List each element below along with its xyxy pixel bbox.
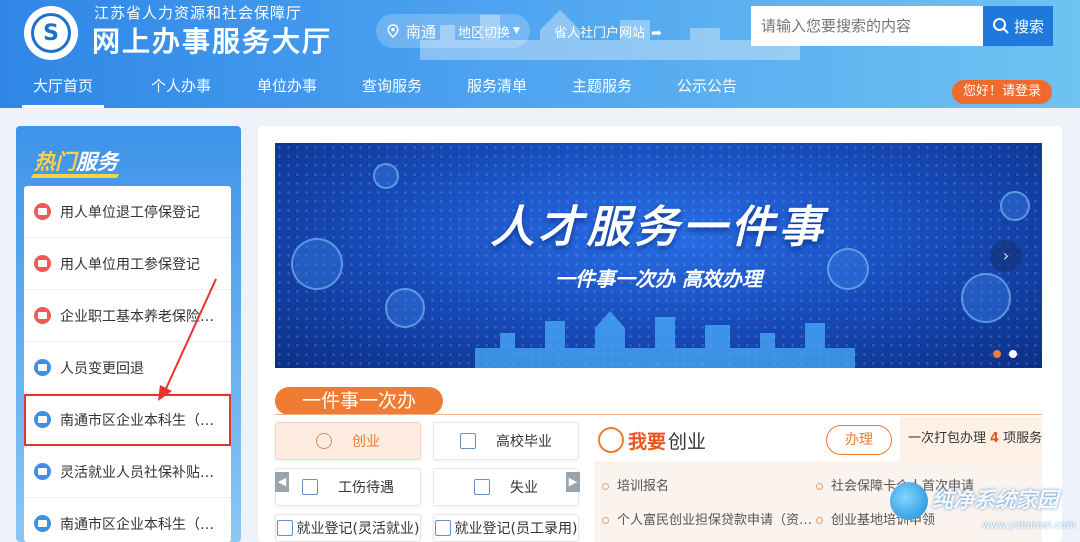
nav-item-service-list[interactable]: 服务清单 — [456, 64, 538, 108]
section-divider — [275, 414, 1042, 415]
handle-button[interactable]: 办理 — [826, 425, 892, 455]
category-unemployment[interactable]: 失业 — [433, 468, 579, 506]
watermark: 纯净系统家园 www.yidaimei.com — [890, 480, 1080, 542]
search-icon — [992, 18, 1009, 34]
list-item-label: 南通市区企业本科生（… — [60, 516, 214, 533]
want-category: 创业 — [668, 431, 707, 453]
portal-link-label: 省人社门户网站 — [554, 26, 646, 41]
watermark-url: www.yidaimei.com — [982, 520, 1076, 531]
category-flexible-employment[interactable]: 就业登记(灵活就业) — [275, 514, 421, 542]
site-header: S 江苏省人力资源和社会保障厅 网上办事服务大厅 南通 地区切换 ▼ 省人社门户… — [0, 0, 1080, 108]
category-startup[interactable]: 创业 — [275, 422, 421, 460]
form-icon — [434, 520, 451, 536]
logo-emblem-icon: S — [31, 13, 71, 53]
mail-icon — [34, 411, 51, 428]
pack-suffix: 项服务 — [1003, 431, 1043, 446]
region-switch-label[interactable]: 地区切换 — [458, 22, 510, 41]
main-nav: 大厅首页 个人办事 单位办事 查询服务 服务清单 主题服务 公示公告 — [0, 64, 1080, 108]
scroll-left-icon[interactable]: ◀ — [275, 472, 289, 492]
category-label: 创业 — [352, 434, 380, 450]
nav-item-theme[interactable]: 主题服务 — [561, 64, 643, 108]
watermark-logo-icon — [890, 482, 928, 520]
site-title: 网上办事服务大厅 — [92, 25, 333, 58]
detail-item[interactable]: 个人富民创业担保贷款申请（资… — [602, 509, 812, 528]
nav-item-personal[interactable]: 个人办事 — [140, 64, 222, 108]
mail-icon — [34, 463, 51, 480]
caret-down-icon: ▼ — [513, 26, 520, 36]
package-summary: 一次打包办理 4 项服务 — [900, 417, 1042, 461]
document-icon — [34, 307, 51, 324]
promo-banner[interactable]: 人才服务一件事 一件事一次办 高效办理 › — [275, 143, 1042, 368]
category-label: 工伤待遇 — [338, 480, 394, 496]
list-item-label: 人员变更回退 — [60, 360, 144, 377]
carousel-dot[interactable] — [993, 350, 1001, 358]
category-label: 就业登记(灵活就业) — [296, 521, 420, 537]
want-label: 我要 — [628, 431, 667, 453]
location-pin-icon — [387, 24, 399, 38]
list-item-label: 用人单位退工停保登记 — [60, 204, 200, 221]
detail-item[interactable]: 培训报名 — [602, 475, 669, 494]
category-label: 失业 — [510, 480, 538, 496]
site-logo[interactable]: S — [24, 6, 78, 60]
annotation-arrow-icon — [158, 278, 217, 401]
list-item-label: 用人单位用工参保登记 — [60, 256, 200, 273]
search-button[interactable]: 搜索 — [983, 6, 1053, 46]
list-item-label: 南通市区企业本科生（… — [60, 412, 214, 429]
title-underline — [30, 174, 120, 178]
watermark-brand: 纯净系统家园 — [932, 488, 1058, 512]
share-arrow-icon: ➦ — [651, 26, 662, 41]
graduation-cap-icon — [460, 433, 476, 449]
search-button-label: 搜索 — [1013, 17, 1044, 36]
nav-item-notice[interactable]: 公示公告 — [666, 64, 748, 108]
list-item-label: 灵活就业人员社保补贴… — [60, 464, 214, 481]
nav-item-unit[interactable]: 单位办事 — [246, 64, 328, 108]
pack-prefix: 一次打包办理 — [908, 431, 987, 446]
banner-title: 人才服务一件事 — [490, 202, 827, 253]
hot-title-part-a: 热门 — [34, 150, 76, 174]
nav-item-home[interactable]: 大厅首页 — [22, 64, 104, 108]
chevron-right-icon[interactable]: › — [990, 240, 1022, 272]
category-injury[interactable]: 工伤待遇 — [275, 468, 421, 506]
city-skyline — [475, 311, 855, 368]
login-button[interactable]: 您好！请登录 — [952, 80, 1052, 104]
injury-icon — [302, 479, 318, 495]
current-region: 南通 — [406, 22, 437, 41]
hot-services-title: 热门服务 — [34, 146, 118, 176]
list-item[interactable]: 灵活就业人员社保补贴… — [24, 446, 231, 498]
category-graduate[interactable]: 高校毕业 — [433, 422, 579, 460]
bag-icon — [373, 163, 399, 189]
portal-link[interactable]: 省人社门户网站 ➦ — [554, 22, 662, 41]
form-icon — [276, 520, 293, 536]
graduate-icon — [385, 288, 425, 328]
mail-icon — [34, 359, 51, 376]
startup-icon — [316, 433, 332, 449]
carousel-dot[interactable] — [1009, 350, 1017, 358]
banner-subtitle: 一件事一次办 高效办理 — [555, 267, 762, 291]
briefcase-icon — [474, 479, 490, 495]
mail-icon — [34, 203, 51, 220]
category-label: 就业登记(员工录用) — [454, 521, 578, 537]
region-selector[interactable]: 南通 地区切换 ▼ — [376, 14, 530, 48]
list-item[interactable]: 用人单位退工停保登记 — [24, 186, 231, 238]
pack-count: 4 — [990, 431, 1000, 446]
scroll-right-icon[interactable]: ▶ — [566, 472, 580, 492]
category-staff-hiring[interactable]: 就业登记(员工录用) — [433, 514, 579, 542]
hot-title-part-b: 服务 — [76, 150, 118, 174]
list-item[interactable]: 南通市区企业本科生（… — [24, 498, 231, 542]
search-input[interactable] — [751, 6, 983, 46]
document-icon — [34, 255, 51, 272]
mail-icon — [34, 515, 51, 532]
detail-header: 我要 创业 办理 一次打包办理 4 项服务 — [594, 417, 1042, 461]
pen-icon — [598, 427, 624, 453]
category-label: 高校毕业 — [496, 434, 552, 450]
nav-item-query[interactable]: 查询服务 — [351, 64, 433, 108]
section-tab[interactable]: 一件事一次办 — [275, 387, 443, 415]
